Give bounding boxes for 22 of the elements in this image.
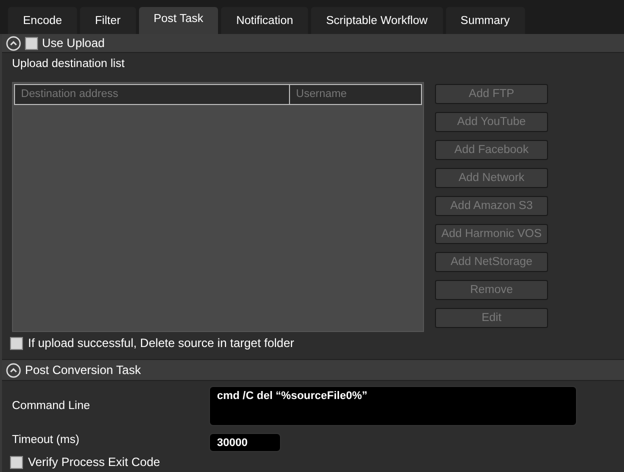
tab[interactable]: Filter — [80, 7, 136, 34]
field-label: Timeout (ms) — [12, 434, 80, 446]
tab[interactable]: Summary — [446, 7, 525, 34]
collapse-icon[interactable] — [6, 362, 21, 378]
checkbox-label: If upload successful, Delete source in target folder — [28, 336, 294, 350]
checkbox-label: Verify Process Exit Code — [28, 455, 160, 469]
column-header[interactable]: Destination address — [15, 85, 290, 104]
checkbox[interactable] — [10, 456, 23, 468]
list-label: Upload destination list — [11, 57, 126, 72]
checkbox[interactable] — [10, 336, 23, 350]
tab[interactable]: Post Task — [138, 7, 218, 34]
tab[interactable]: Scriptable Workflow — [311, 7, 443, 34]
tab[interactable]: Notification — [221, 7, 308, 34]
checkbox[interactable] — [25, 36, 38, 50]
collapse-icon[interactable] — [6, 36, 21, 50]
field-label: Command Line — [12, 400, 91, 412]
command-line-field[interactable]: cmd /C del “%sourceFile0%” — [209, 386, 577, 426]
tab[interactable]: Encode — [8, 7, 78, 34]
section-title: Post Conversion Task — [25, 363, 141, 377]
timeout-field[interactable]: 30000 — [209, 433, 281, 452]
section-title: Use Upload — [42, 36, 105, 50]
column-header[interactable]: Username — [290, 85, 353, 104]
